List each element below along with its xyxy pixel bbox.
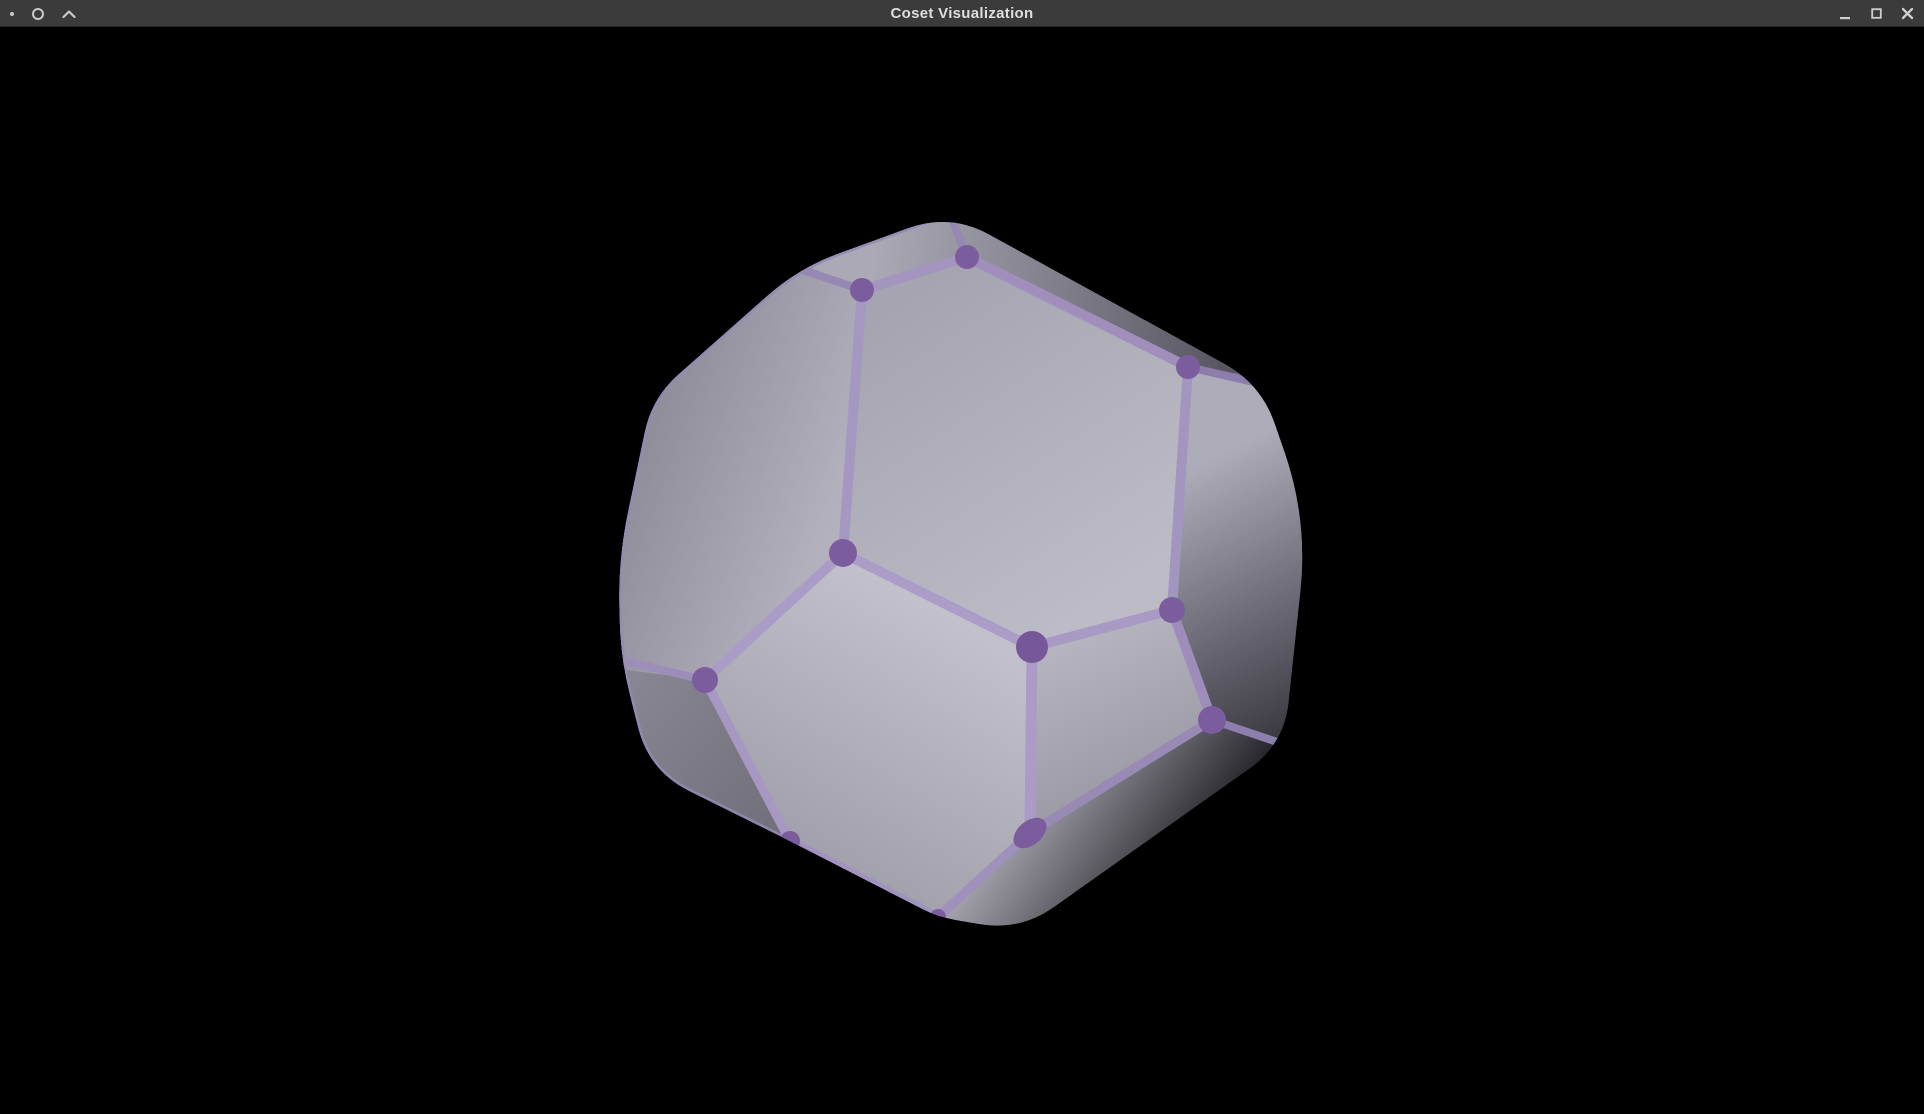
minimize-icon	[1839, 8, 1851, 20]
titlebar-left-icons	[10, 0, 76, 27]
maximize-icon	[1871, 8, 1882, 19]
maximize-button[interactable]	[1867, 5, 1885, 23]
dot-icon[interactable]	[10, 12, 14, 16]
polyhedron-vertex	[829, 539, 857, 567]
polyhedron-edge	[1030, 647, 1032, 833]
polyhedron-vertex	[1159, 597, 1185, 623]
polyhedron-vertex	[780, 831, 800, 851]
polyhedron-vertex	[850, 278, 874, 302]
circle-icon[interactable]	[32, 8, 44, 20]
window-title: Coset Visualization	[891, 0, 1034, 27]
polyhedron-vertex	[1198, 706, 1226, 734]
polyhedron-vertex	[955, 245, 979, 269]
polyhedron-vertex	[692, 667, 718, 693]
polyhedron	[600, 200, 1315, 938]
3d-viewport[interactable]	[0, 0, 1924, 1114]
polyhedron-vertex	[1016, 631, 1048, 663]
close-icon	[1901, 7, 1914, 20]
window-controls	[1836, 0, 1916, 27]
polyhedron-vertex	[930, 909, 946, 925]
minimize-button[interactable]	[1836, 5, 1854, 23]
polyhedron-vertex	[1176, 355, 1200, 379]
titlebar[interactable]: Coset Visualization	[0, 0, 1924, 27]
polyhedron-canvas[interactable]	[0, 0, 1924, 1114]
chevron-up-icon[interactable]	[62, 9, 76, 19]
app-window: Coset Visualization	[0, 0, 1924, 1114]
close-button[interactable]	[1898, 5, 1916, 23]
